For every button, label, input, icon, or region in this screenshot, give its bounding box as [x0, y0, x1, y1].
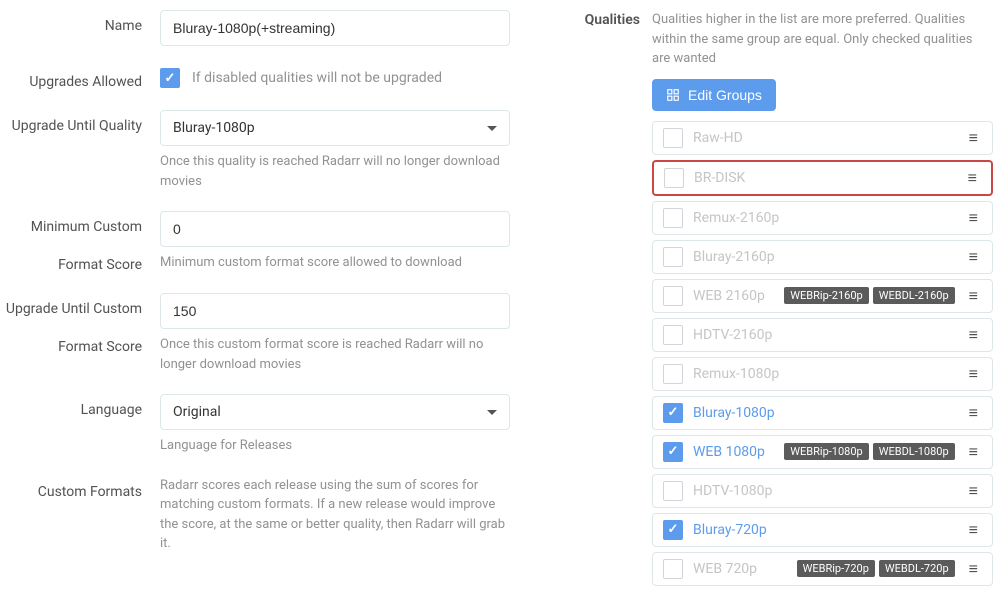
- quality-checkbox[interactable]: ✓: [663, 442, 683, 462]
- quality-name: Remux-2160p: [693, 210, 965, 226]
- drag-handle-icon[interactable]: ≡: [965, 247, 982, 267]
- quality-checkbox[interactable]: [663, 208, 683, 228]
- quality-badges: WEBRip-2160p WEBDL-2160p: [784, 287, 954, 304]
- drag-handle-icon[interactable]: ≡: [964, 168, 981, 188]
- drag-handle-icon[interactable]: ≡: [965, 364, 982, 384]
- quality-name: HDTV-1080p: [693, 483, 965, 499]
- upgrade-until-quality-label: Upgrade Until Quality: [0, 110, 160, 191]
- drag-handle-icon[interactable]: ≡: [965, 325, 982, 345]
- custom-formats-label: Custom Formats: [0, 476, 160, 554]
- edit-groups-button[interactable]: Edit Groups: [652, 79, 776, 111]
- upgrade-until-quality-help: Once this quality is reached Radarr will…: [160, 152, 510, 191]
- quality-checkbox[interactable]: [663, 247, 683, 267]
- check-icon: ✓: [668, 522, 679, 537]
- quality-name: HDTV-2160p: [693, 327, 965, 343]
- quality-item[interactable]: Bluray-2160p≡: [652, 240, 993, 274]
- drag-handle-icon[interactable]: ≡: [965, 481, 982, 501]
- quality-item[interactable]: HDTV-1080p≡: [652, 474, 993, 508]
- min-custom-score-label: Minimum Custom Format Score: [0, 211, 160, 273]
- drag-handle-icon[interactable]: ≡: [965, 403, 982, 423]
- check-icon: ✓: [668, 405, 679, 420]
- quality-name: Bluray-1080p: [693, 405, 965, 421]
- drag-handle-icon[interactable]: ≡: [965, 520, 982, 540]
- quality-name: WEB 720p: [693, 561, 797, 577]
- quality-badge: WEBDL-2160p: [873, 287, 955, 304]
- chevron-down-icon: [487, 410, 497, 415]
- chevron-down-icon: [487, 126, 497, 131]
- drag-handle-icon[interactable]: ≡: [965, 128, 982, 148]
- quality-name: BR-DISK: [694, 170, 964, 186]
- upgrade-until-custom-input[interactable]: [160, 293, 510, 329]
- quality-item[interactable]: HDTV-2160p≡: [652, 318, 993, 352]
- name-label: Name: [0, 10, 160, 46]
- qualities-label: Qualities: [560, 10, 640, 79]
- quality-item[interactable]: BR-DISK≡: [652, 160, 993, 196]
- drag-handle-icon[interactable]: ≡: [965, 559, 982, 579]
- quality-item[interactable]: Remux-1080p≡: [652, 357, 993, 391]
- custom-formats-help: Radarr scores each release using the sum…: [160, 476, 510, 554]
- quality-item[interactable]: ✓Bluray-720p≡: [652, 513, 993, 547]
- quality-badge: WEBDL-1080p: [873, 443, 955, 460]
- quality-item[interactable]: Remux-2160p≡: [652, 201, 993, 235]
- drag-handle-icon[interactable]: ≡: [965, 286, 982, 306]
- quality-checkbox[interactable]: [663, 364, 683, 384]
- quality-item[interactable]: ✓ WEB 1080pWEBRip-1080p WEBDL-1080p ≡: [652, 435, 993, 469]
- quality-name: WEB 1080p: [693, 444, 784, 460]
- quality-badge: WEBRip-2160p: [784, 287, 868, 304]
- quality-checkbox[interactable]: ✓: [663, 403, 683, 423]
- quality-badge: WEBRip-720p: [797, 560, 875, 577]
- quality-name: Raw-HD: [693, 130, 965, 146]
- quality-checkbox[interactable]: [664, 168, 684, 188]
- language-select[interactable]: Original: [160, 394, 510, 430]
- edit-groups-label: Edit Groups: [688, 87, 762, 103]
- quality-badge: WEBRip-1080p: [784, 443, 868, 460]
- group-icon: [666, 88, 680, 102]
- min-custom-score-input[interactable]: [160, 211, 510, 247]
- drag-handle-icon[interactable]: ≡: [965, 208, 982, 228]
- qualities-description: Qualities higher in the list are more pr…: [640, 10, 993, 79]
- upgrade-until-custom-label: Upgrade Until Custom Format Score: [0, 293, 160, 374]
- upgrade-until-quality-value: Bluray-1080p: [173, 120, 255, 136]
- quality-badges: WEBRip-1080p WEBDL-1080p: [784, 443, 954, 460]
- drag-handle-icon[interactable]: ≡: [965, 442, 982, 462]
- language-help: Language for Releases: [160, 436, 510, 456]
- quality-checkbox[interactable]: ✓: [663, 520, 683, 540]
- quality-item[interactable]: ✓ Bluray-1080p≡: [652, 396, 993, 430]
- name-input[interactable]: [160, 10, 510, 46]
- quality-checkbox[interactable]: [663, 325, 683, 345]
- quality-item[interactable]: Raw-HD≡: [652, 121, 993, 155]
- language-label: Language: [0, 394, 160, 456]
- quality-checkbox[interactable]: [663, 481, 683, 501]
- quality-item[interactable]: WEB 720pWEBRip-720pWEBDL-720p ≡: [652, 552, 993, 586]
- quality-checkbox[interactable]: [663, 128, 683, 148]
- quality-checkbox[interactable]: [663, 286, 683, 306]
- quality-checkbox[interactable]: [663, 559, 683, 579]
- quality-badges: WEBRip-720pWEBDL-720p: [797, 560, 955, 577]
- upgrades-allowed-label: Upgrades Allowed: [0, 66, 160, 90]
- quality-item[interactable]: WEB 2160pWEBRip-2160p WEBDL-2160p ≡: [652, 279, 993, 313]
- quality-name: Bluray-2160p: [693, 249, 965, 265]
- upgrades-allowed-help: If disabled qualities will not be upgrad…: [192, 70, 442, 86]
- check-icon: ✓: [165, 71, 176, 86]
- language-value: Original: [173, 404, 221, 420]
- quality-name: Remux-1080p: [693, 366, 965, 382]
- upgrades-allowed-checkbox[interactable]: ✓: [160, 68, 180, 88]
- upgrade-until-quality-select[interactable]: Bluray-1080p: [160, 110, 510, 146]
- min-custom-score-help: Minimum custom format score allowed to d…: [160, 253, 510, 273]
- quality-badge: WEBDL-720p: [879, 560, 955, 577]
- quality-name: WEB 2160p: [693, 288, 784, 304]
- upgrade-until-custom-help: Once this custom format score is reached…: [160, 335, 510, 374]
- check-icon: ✓: [668, 444, 679, 459]
